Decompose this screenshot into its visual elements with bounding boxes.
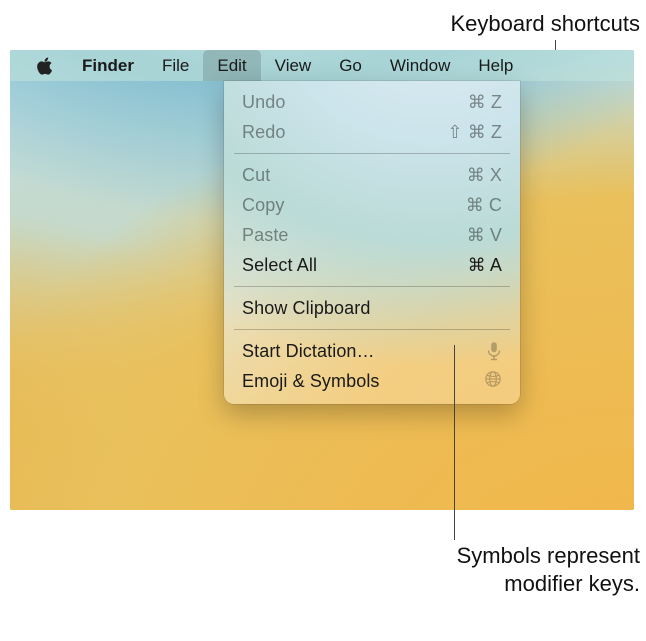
menu-item-paste[interactable]: Paste ⌘ V (224, 220, 520, 250)
menu-separator (234, 286, 510, 287)
menu-item-shortcut: ⌘ V (467, 225, 502, 246)
menu-view[interactable]: View (261, 50, 326, 81)
menu-item-redo[interactable]: Redo ⇧ ⌘ Z (224, 117, 520, 147)
menu-item-label: Paste (242, 225, 289, 246)
menu-item-label: Show Clipboard (242, 298, 370, 319)
menu-edit[interactable]: Edit (203, 50, 260, 81)
menu-go[interactable]: Go (325, 50, 376, 81)
desktop-stage: Finder File Edit View Go Window Help Und… (10, 50, 634, 510)
menu-window[interactable]: Window (376, 50, 464, 81)
menu-item-label: Select All (242, 255, 317, 276)
menu-item-shortcut: ⌘ C (466, 195, 502, 216)
menu-item-shortcut: ⌘ A (468, 255, 502, 276)
menu-item-label: Undo (242, 92, 285, 113)
menu-item-label: Copy (242, 195, 284, 216)
menu-item-show-clipboard[interactable]: Show Clipboard (224, 293, 520, 323)
menu-item-label: Emoji & Symbols (242, 371, 380, 392)
callout-keyboard-shortcuts: Keyboard shortcuts (300, 10, 640, 38)
edit-menu-dropdown: Undo ⌘ Z Redo ⇧ ⌘ Z Cut ⌘ X Copy ⌘ C Pas… (224, 81, 520, 404)
menu-item-emoji-symbols[interactable]: Emoji & Symbols (224, 366, 520, 396)
menu-item-shortcut: ⌘ Z (468, 92, 502, 113)
menu-item-select-all[interactable]: Select All ⌘ A (224, 250, 520, 280)
menu-separator (234, 153, 510, 154)
menu-item-cut[interactable]: Cut ⌘ X (224, 160, 520, 190)
menu-item-start-dictation[interactable]: Start Dictation… (224, 336, 520, 366)
globe-icon (484, 370, 502, 393)
menu-bar: Finder File Edit View Go Window Help (10, 50, 634, 81)
apple-menu[interactable] (22, 50, 68, 81)
menu-item-undo[interactable]: Undo ⌘ Z (224, 87, 520, 117)
menu-item-label: Redo (242, 122, 285, 143)
callout-modifier-keys: Symbols represent modifier keys. (300, 542, 640, 597)
menu-item-label: Cut (242, 165, 270, 186)
apple-logo-icon (36, 57, 54, 75)
microphone-icon (486, 341, 502, 361)
menu-item-label: Start Dictation… (242, 341, 375, 362)
menu-item-copy[interactable]: Copy ⌘ C (224, 190, 520, 220)
menu-help[interactable]: Help (464, 50, 527, 81)
menu-item-shortcut: ⇧ ⌘ Z (447, 122, 502, 143)
callout-leader-line (454, 345, 455, 540)
menu-file[interactable]: File (148, 50, 203, 81)
menu-separator (234, 329, 510, 330)
menu-app-name[interactable]: Finder (68, 50, 148, 81)
menu-item-shortcut: ⌘ X (467, 165, 502, 186)
